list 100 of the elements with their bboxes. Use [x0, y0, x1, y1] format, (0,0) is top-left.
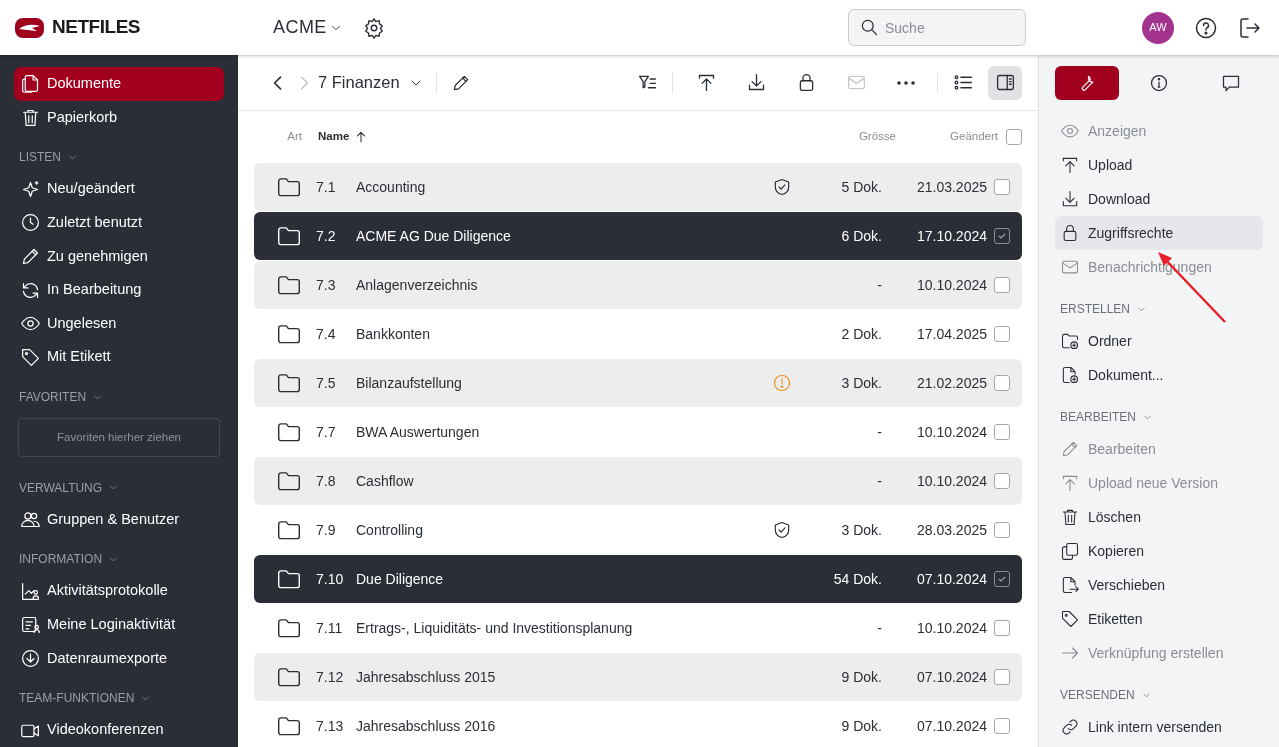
section-header[interactable]: TEAM-FUNKTIONEN	[14, 689, 224, 708]
folder-number: 7.4	[316, 324, 337, 344]
folder-name: Accounting	[356, 177, 426, 197]
upload-icon	[1060, 155, 1080, 175]
action-item[interactable]: Verschieben	[1055, 568, 1263, 602]
document-count: 9 Dok.	[840, 667, 882, 687]
table-row[interactable]: 7.5 Bilanzaufstellung 3 Dok. 21.02.2025	[254, 359, 1022, 407]
info-icon	[1149, 73, 1169, 93]
file-arrow-icon	[1060, 575, 1080, 595]
checkbox[interactable]	[994, 424, 1010, 440]
section-header[interactable]: VERWALTUNG	[14, 478, 224, 497]
modified-date: 07.10.2024	[915, 667, 987, 687]
table-row[interactable]: 7.13 Jahresabschluss 2016 9 Dok. 07.10.2024	[254, 702, 1022, 747]
folder-number: 7.12	[316, 667, 345, 687]
file-plus-icon	[1060, 365, 1080, 385]
sidebar-item[interactable]: Aktivitätsprotokolle	[14, 574, 224, 608]
folder-name: Anlagenverzeichnis	[356, 275, 478, 295]
details-panel-toggle[interactable]	[988, 65, 1022, 100]
download-circle-icon	[20, 647, 41, 669]
sidebar-item[interactable]: Zu genehmigen	[14, 239, 224, 274]
document-count: -	[876, 422, 882, 442]
sidebar-item[interactable]: Gruppen & Benutzer	[14, 502, 224, 537]
sidebar-item[interactable]: Meine Loginaktivität	[14, 608, 224, 642]
table-row[interactable]: 7.11 Ertrags-, Liquiditäts- und Investitionsplanung - 10.10.2024	[254, 604, 1022, 652]
checkbox[interactable]	[994, 277, 1010, 293]
settings-button[interactable]	[362, 16, 385, 39]
search-field[interactable]: Suche	[848, 9, 1026, 46]
action-item[interactable]: Dokument...	[1055, 358, 1263, 392]
table-row[interactable]: 7.2 ACME AG Due Diligence 6 Dok. 17.10.2024	[254, 212, 1022, 260]
column-header: Grösse	[857, 129, 896, 145]
upload-icon	[1060, 473, 1080, 493]
action-item[interactable]: Upload	[1055, 148, 1263, 182]
section-header[interactable]: ERSTELLEN	[1055, 300, 1263, 318]
checkbox[interactable]	[994, 179, 1010, 195]
sidebar-item[interactable]: Videokonferenzen	[14, 713, 224, 747]
sidebar-item[interactable]: Mit Etikett	[14, 340, 224, 375]
table-row[interactable]: 7.7 BWA Auswertungen - 10.10.2024	[254, 408, 1022, 456]
sidebar-item[interactable]: Neu/geändert	[14, 172, 224, 206]
checkbox[interactable]	[994, 375, 1010, 391]
table-row[interactable]: 7.8 Cashflow - 10.10.2024	[254, 457, 1022, 505]
settings-icon	[362, 16, 385, 39]
folder-name: Bankkonten	[356, 324, 430, 344]
document-icon	[20, 73, 41, 95]
sidebar-item[interactable]: Datenraumexporte	[14, 641, 224, 676]
section-header[interactable]: BEARBEITEN	[1055, 408, 1263, 426]
user-avatar[interactable]: AW	[1142, 11, 1174, 44]
folder-plus-icon	[1060, 331, 1080, 351]
folder-name: Cashflow	[356, 471, 414, 491]
sidebar-item[interactable]: Zuletzt benutzt	[14, 205, 224, 240]
section-header[interactable]: INFORMATION	[14, 550, 224, 569]
checkbox[interactable]	[994, 669, 1010, 685]
checkbox[interactable]	[994, 718, 1010, 734]
workspace-dropdown[interactable]: ACME	[273, 14, 343, 41]
action-item[interactable]: Link intern versenden	[1055, 710, 1263, 744]
checkbox[interactable]	[994, 571, 1010, 587]
checkbox[interactable]	[1006, 129, 1022, 145]
tag-icon	[20, 346, 41, 368]
action-item[interactable]: Zugriffsrechte	[1055, 216, 1263, 250]
action-item[interactable]: Etiketten	[1055, 602, 1263, 636]
sidebar-item[interactable]: Ungelesen	[14, 306, 224, 341]
sidebar-item[interactable]: Dokumente	[14, 67, 224, 101]
section-header[interactable]: VERSENDEN	[1055, 686, 1263, 704]
sidebar-item[interactable]: In Bearbeitung	[14, 273, 224, 307]
panel-tab[interactable]	[1055, 66, 1119, 100]
action-item[interactable]: Kopieren	[1055, 534, 1263, 568]
table-row[interactable]: 7.12 Jahresabschluss 2015 9 Dok. 07.10.2024	[254, 653, 1022, 701]
logo-text: NETFILES	[52, 15, 141, 40]
help-button[interactable]	[1194, 15, 1218, 40]
action-item[interactable]: Löschen	[1055, 500, 1263, 534]
section-header[interactable]: LISTEN	[14, 148, 224, 167]
checkbox[interactable]	[994, 473, 1010, 489]
sidebar-item[interactable]: Papierkorb	[14, 100, 224, 135]
column-header[interactable]: Name	[318, 128, 369, 146]
checkbox[interactable]	[994, 326, 1010, 342]
logout-button[interactable]	[1238, 15, 1262, 40]
action-item[interactable]: Ordner	[1055, 324, 1263, 358]
folder-number: 7.5	[316, 373, 337, 393]
table-row[interactable]: 7.3 Anlagenverzeichnis - 10.10.2024	[254, 261, 1022, 309]
folder-dropdown[interactable]: 7 Finanzen	[318, 70, 424, 95]
help-icon	[1194, 15, 1218, 40]
speech-bubble-icon	[1221, 73, 1241, 93]
folder-number: 7.9	[316, 520, 337, 540]
checkbox[interactable]	[994, 522, 1010, 538]
document-count: -	[876, 471, 882, 491]
logo[interactable]: NETFILES	[15, 13, 273, 42]
folder-number: 7.1	[316, 177, 337, 197]
table-row[interactable]: 7.9 Controlling 3 Dok. 28.03.2025	[254, 506, 1022, 554]
folder-number: 7.13	[316, 716, 345, 736]
table-row[interactable]: 7.1 Accounting 5 Dok. 21.03.2025	[254, 163, 1022, 211]
checkbox[interactable]	[994, 620, 1010, 636]
table-row[interactable]: 7.10 Due Diligence 54 Dok. 07.10.2024	[254, 555, 1022, 603]
action-item[interactable]: Download	[1055, 182, 1263, 216]
folder-name: Due Diligence	[356, 569, 444, 589]
trash-icon	[1060, 507, 1080, 527]
modified-date: 17.04.2025	[915, 324, 987, 344]
section-header[interactable]: FAVORITEN	[14, 388, 224, 407]
table-row[interactable]: 7.4 Bankkonten 2 Dok. 17.04.2025	[254, 310, 1022, 358]
checkbox[interactable]	[994, 228, 1010, 244]
folder-number: 7.8	[316, 471, 337, 491]
logo-icon	[15, 17, 44, 38]
